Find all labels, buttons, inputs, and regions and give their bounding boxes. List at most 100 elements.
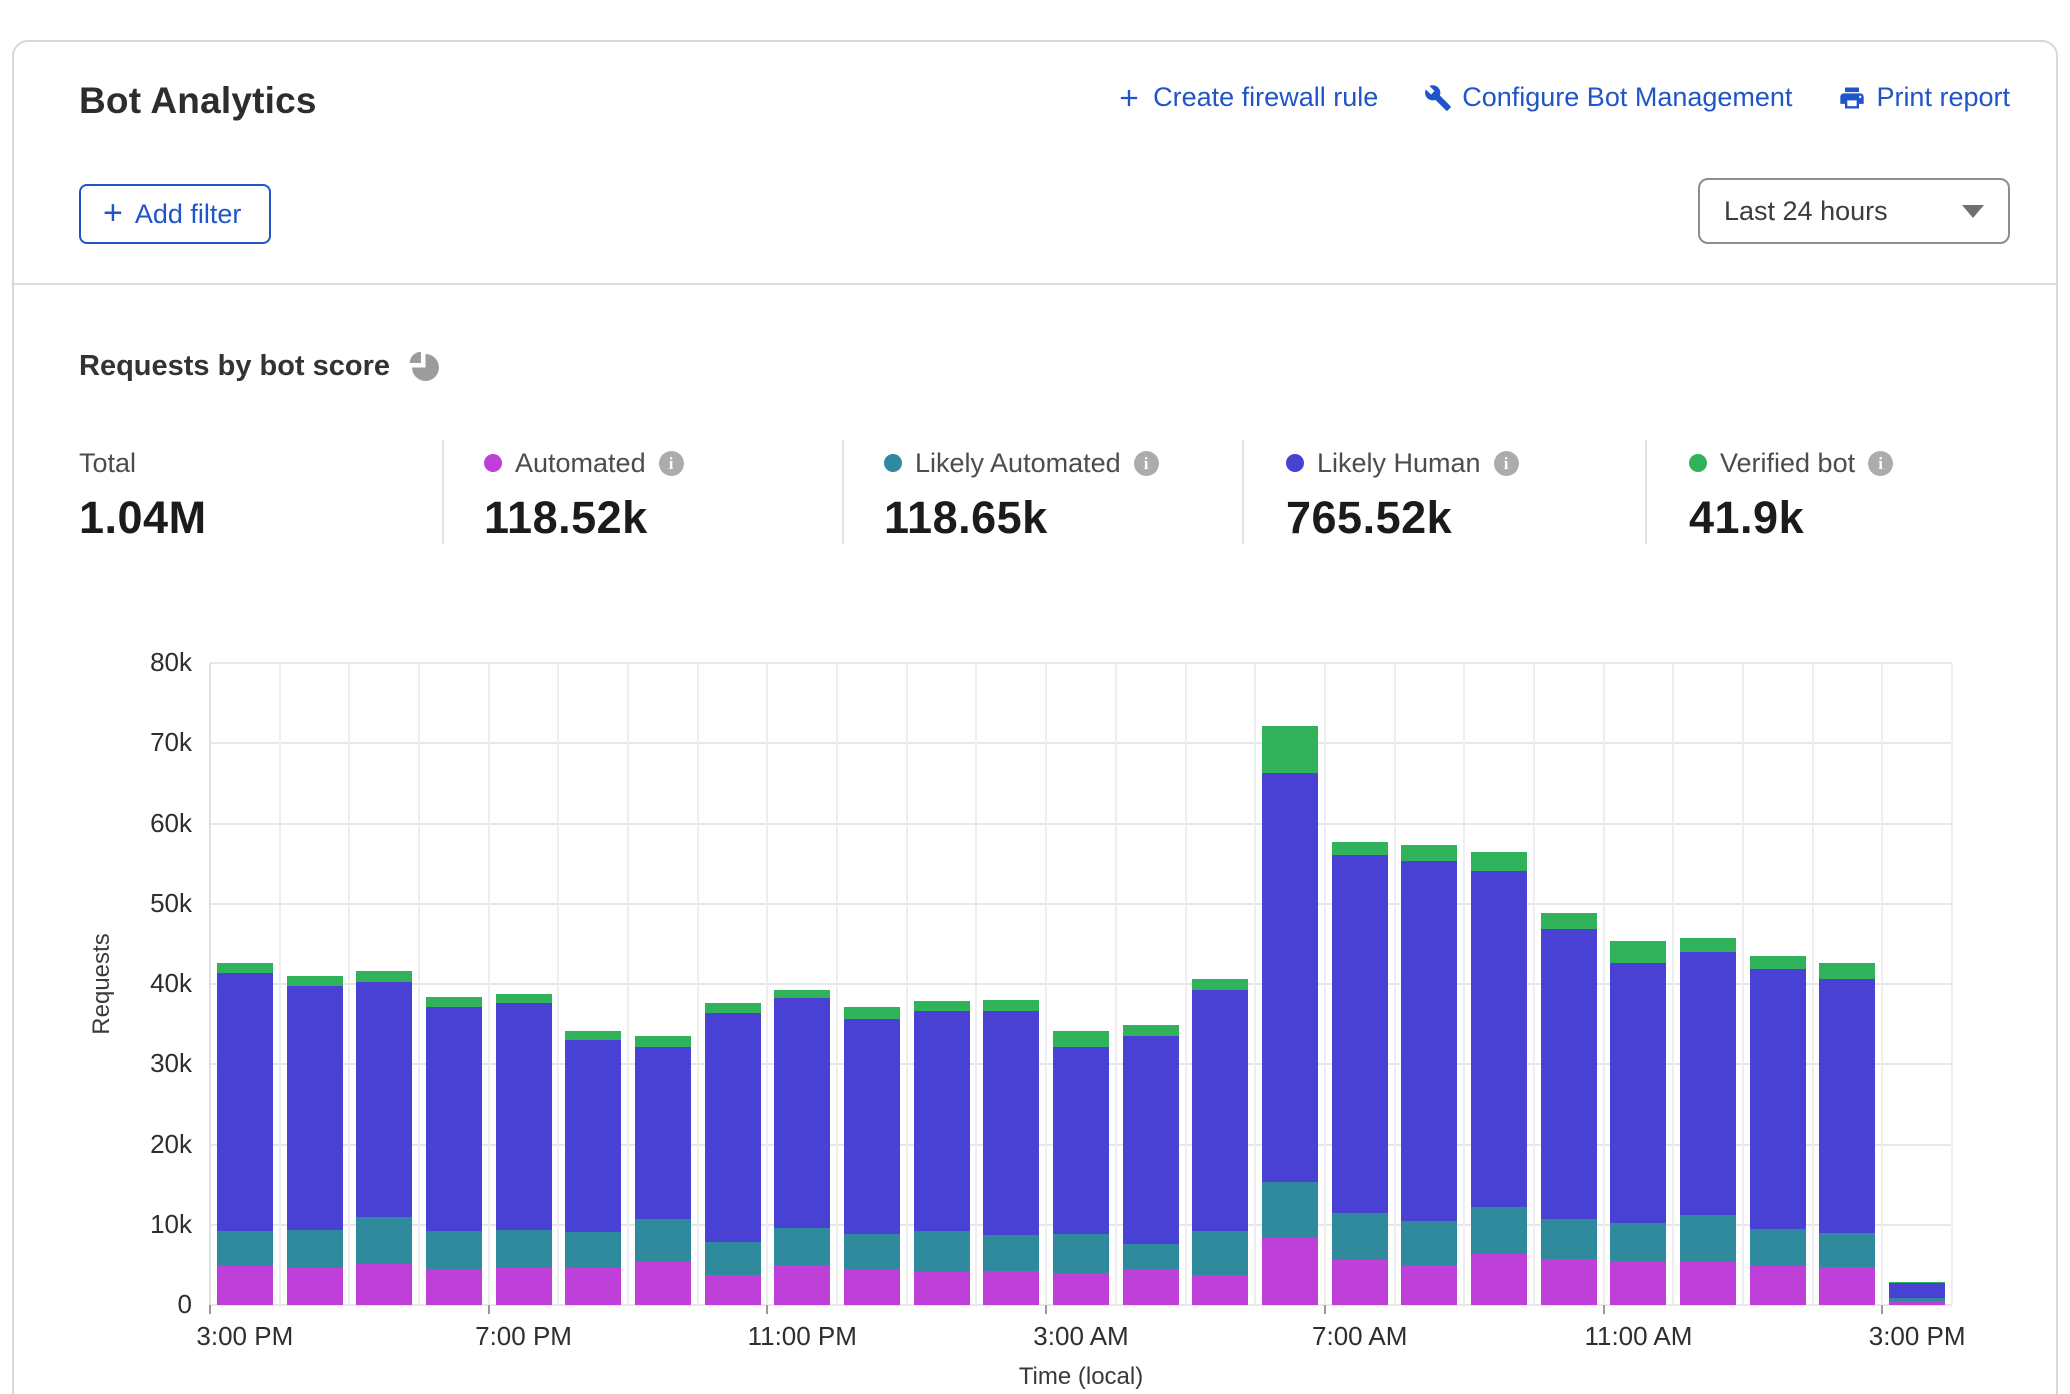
bar-segment-likely-automated[interactable] xyxy=(1123,1244,1179,1269)
bar-segment-verified-bot[interactable] xyxy=(217,963,273,973)
bar-segment-likely-human[interactable] xyxy=(1192,990,1248,1231)
bar-segment-likely-human[interactable] xyxy=(1819,979,1875,1233)
bar-segment-likely-human[interactable] xyxy=(1401,861,1457,1221)
bar-segment-verified-bot[interactable] xyxy=(1192,979,1248,990)
bar-segment-likely-human[interactable] xyxy=(565,1040,621,1232)
bar-segment-verified-bot[interactable] xyxy=(635,1036,691,1046)
bar-segment-verified-bot[interactable] xyxy=(705,1003,761,1013)
bar-segment-automated[interactable] xyxy=(844,1270,900,1305)
bar-segment-likely-automated[interactable] xyxy=(1819,1233,1875,1268)
info-icon[interactable] xyxy=(659,451,684,476)
bar-segment-automated[interactable] xyxy=(705,1275,761,1305)
bar-segment-likely-human[interactable] xyxy=(1541,929,1597,1219)
bar-segment-verified-bot[interactable] xyxy=(1471,852,1527,870)
bar-segment-likely-automated[interactable] xyxy=(1471,1207,1527,1254)
bar-segment-verified-bot[interactable] xyxy=(426,997,482,1007)
bar-segment-automated[interactable] xyxy=(1262,1238,1318,1305)
bar-segment-automated[interactable] xyxy=(1819,1267,1875,1305)
bar-segment-likely-human[interactable] xyxy=(1750,969,1806,1229)
bar-segment-verified-bot[interactable] xyxy=(1262,726,1318,773)
time-range-dropdown[interactable]: Last 24 hours xyxy=(1698,178,2010,244)
bar-segment-likely-automated[interactable] xyxy=(1192,1231,1248,1274)
info-icon[interactable] xyxy=(1868,451,1893,476)
bar-segment-verified-bot[interactable] xyxy=(1053,1031,1109,1046)
bar-segment-likely-automated[interactable] xyxy=(217,1231,273,1266)
bar-segment-automated[interactable] xyxy=(1610,1261,1666,1305)
bar-segment-likely-automated[interactable] xyxy=(635,1219,691,1262)
bar-segment-likely-automated[interactable] xyxy=(1053,1234,1109,1273)
bar-segment-likely-human[interactable] xyxy=(1123,1036,1179,1244)
bar-segment-likely-human[interactable] xyxy=(1889,1283,1945,1297)
info-icon[interactable] xyxy=(1134,451,1159,476)
bar-segment-verified-bot[interactable] xyxy=(774,990,830,998)
bar-segment-verified-bot[interactable] xyxy=(1541,913,1597,930)
bar-segment-likely-human[interactable] xyxy=(356,982,412,1216)
bar-segment-automated[interactable] xyxy=(217,1266,273,1305)
bar-segment-likely-automated[interactable] xyxy=(1680,1215,1736,1262)
bar-segment-automated[interactable] xyxy=(426,1269,482,1305)
bar-segment-automated[interactable] xyxy=(1889,1301,1945,1305)
bar-segment-likely-automated[interactable] xyxy=(1889,1298,1945,1301)
bar-segment-likely-human[interactable] xyxy=(635,1047,691,1220)
create-firewall-rule-link[interactable]: Create firewall rule xyxy=(1115,82,1378,113)
bar-segment-likely-human[interactable] xyxy=(1053,1047,1109,1234)
bar-segment-likely-human[interactable] xyxy=(983,1011,1039,1235)
bar-segment-verified-bot[interactable] xyxy=(565,1031,621,1041)
bar-segment-likely-human[interactable] xyxy=(914,1011,970,1231)
bar-segment-automated[interactable] xyxy=(983,1271,1039,1305)
bar-segment-automated[interactable] xyxy=(1471,1254,1527,1305)
bar-segment-likely-automated[interactable] xyxy=(1541,1219,1597,1259)
bar-segment-likely-human[interactable] xyxy=(774,998,830,1228)
bar-segment-likely-automated[interactable] xyxy=(287,1230,343,1269)
bar-segment-likely-human[interactable] xyxy=(496,1003,552,1229)
add-filter-button[interactable]: + Add filter xyxy=(79,184,271,244)
bar-segment-verified-bot[interactable] xyxy=(914,1001,970,1011)
bar-segment-likely-human[interactable] xyxy=(705,1013,761,1243)
bar-segment-verified-bot[interactable] xyxy=(844,1007,900,1018)
bar-segment-likely-automated[interactable] xyxy=(1401,1221,1457,1265)
bar-segment-likely-human[interactable] xyxy=(1610,963,1666,1223)
bar-segment-verified-bot[interactable] xyxy=(1889,1282,1945,1283)
bar-segment-verified-bot[interactable] xyxy=(496,994,552,1003)
bar-segment-automated[interactable] xyxy=(1541,1259,1597,1305)
bar-segment-automated[interactable] xyxy=(356,1264,412,1305)
bar-segment-likely-automated[interactable] xyxy=(844,1234,900,1269)
bar-segment-verified-bot[interactable] xyxy=(1401,845,1457,861)
bar-segment-verified-bot[interactable] xyxy=(356,971,412,982)
bar-segment-verified-bot[interactable] xyxy=(1680,938,1736,952)
bar-segment-likely-human[interactable] xyxy=(287,986,343,1230)
bar-segment-automated[interactable] xyxy=(287,1268,343,1305)
info-icon[interactable] xyxy=(1494,451,1519,476)
bar-segment-likely-automated[interactable] xyxy=(705,1242,761,1274)
bar-segment-automated[interactable] xyxy=(1192,1275,1248,1305)
bar-segment-verified-bot[interactable] xyxy=(983,1000,1039,1011)
bar-segment-verified-bot[interactable] xyxy=(1610,941,1666,963)
bar-segment-likely-human[interactable] xyxy=(1262,773,1318,1182)
bar-segment-verified-bot[interactable] xyxy=(1819,963,1875,979)
bar-segment-verified-bot[interactable] xyxy=(1332,842,1388,855)
bar-segment-automated[interactable] xyxy=(1401,1265,1457,1305)
bar-segment-likely-human[interactable] xyxy=(844,1019,900,1235)
bar-segment-likely-automated[interactable] xyxy=(1262,1182,1318,1237)
bar-segment-likely-human[interactable] xyxy=(217,973,273,1231)
bar-segment-likely-automated[interactable] xyxy=(356,1217,412,1264)
bar-segment-automated[interactable] xyxy=(496,1268,552,1305)
bar-segment-automated[interactable] xyxy=(565,1268,621,1305)
bar-segment-automated[interactable] xyxy=(1123,1269,1179,1305)
bar-segment-likely-automated[interactable] xyxy=(914,1231,970,1272)
bar-segment-verified-bot[interactable] xyxy=(1750,956,1806,969)
bar-segment-likely-automated[interactable] xyxy=(1332,1213,1388,1260)
bar-segment-automated[interactable] xyxy=(914,1272,970,1305)
bar-segment-automated[interactable] xyxy=(1680,1262,1736,1305)
bar-segment-automated[interactable] xyxy=(1750,1266,1806,1305)
bar-segment-automated[interactable] xyxy=(1053,1273,1109,1305)
bar-segment-verified-bot[interactable] xyxy=(287,976,343,986)
bar-segment-likely-automated[interactable] xyxy=(1610,1223,1666,1261)
bar-segment-likely-automated[interactable] xyxy=(496,1230,552,1269)
bar-segment-likely-automated[interactable] xyxy=(1750,1229,1806,1266)
bar-segment-verified-bot[interactable] xyxy=(1123,1025,1179,1036)
bar-segment-likely-human[interactable] xyxy=(1680,952,1736,1215)
bar-segment-automated[interactable] xyxy=(1332,1260,1388,1305)
bar-segment-likely-automated[interactable] xyxy=(565,1232,621,1268)
bar-segment-automated[interactable] xyxy=(774,1265,830,1305)
